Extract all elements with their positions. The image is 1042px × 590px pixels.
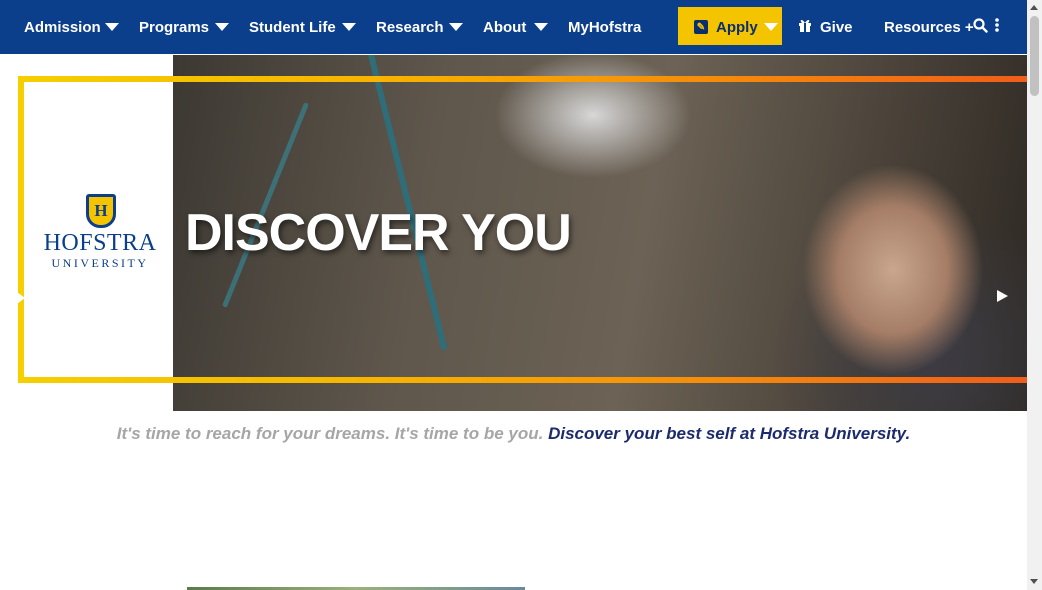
programs-dropdown-toggle[interactable]	[215, 0, 229, 54]
resources-menu[interactable]: Resources +	[884, 0, 974, 54]
frame-notch	[17, 292, 25, 304]
scroll-up-icon[interactable]	[1030, 5, 1038, 10]
caret-down-icon	[215, 23, 229, 31]
tagline-link[interactable]: Discover your best self at Hofstra Unive…	[548, 424, 910, 443]
logo-wordmark[interactable]: HOFSTRA	[38, 230, 162, 257]
logo-subtitle: UNIVERSITY	[51, 256, 149, 270]
give-label: Give	[820, 18, 853, 36]
nav-item-label: Research	[376, 18, 444, 36]
nav-item-myhofstra[interactable]: MyHofstra	[568, 0, 641, 54]
play-right-icon[interactable]	[997, 290, 1008, 302]
caret-down-icon	[764, 23, 778, 31]
apply-button[interactable]: ✎ Apply	[694, 0, 758, 54]
apply-dropdown-toggle[interactable]	[764, 0, 778, 54]
caret-down-icon	[449, 23, 463, 31]
nav-item-label: Student Life	[249, 18, 336, 36]
nav-item-label: About	[483, 18, 527, 36]
tagline-lead: It's time to reach for your dreams. It's…	[116, 424, 549, 443]
hero-tagline: It's time to reach for your dreams. It's…	[0, 424, 1027, 444]
caret-down-icon	[105, 23, 119, 31]
page-scrollbar[interactable]	[1027, 0, 1042, 590]
shield-letter: H	[94, 201, 108, 220]
nav-item-about[interactable]: About	[483, 0, 526, 54]
nav-item-admission[interactable]: Admission	[24, 0, 101, 54]
about-dropdown-toggle[interactable]	[534, 0, 548, 54]
caret-down-icon	[342, 23, 356, 31]
nav-item-label: Admission	[24, 18, 101, 36]
more-menu-button[interactable]	[994, 0, 1000, 54]
edit-icon: ✎	[694, 20, 708, 34]
scroll-down-icon[interactable]	[1030, 579, 1038, 584]
gift-icon	[798, 18, 812, 36]
hero-headline: DISCOVER YOU	[185, 204, 572, 262]
nav-item-student-life[interactable]: Student Life	[249, 0, 336, 54]
nav-item-label: Programs	[139, 18, 210, 36]
research-dropdown-toggle[interactable]	[449, 0, 463, 54]
nav-item-programs[interactable]: Programs	[139, 0, 209, 54]
nav-item-label: MyHofstra	[568, 18, 642, 36]
hofstra-shield-logo[interactable]: H	[86, 194, 116, 228]
search-button[interactable]	[973, 0, 988, 54]
vertical-ellipsis-icon	[994, 18, 1000, 36]
student-life-dropdown-toggle[interactable]	[342, 0, 356, 54]
apply-label: Apply	[716, 18, 758, 36]
scroll-thumb[interactable]	[1030, 16, 1039, 96]
give-button[interactable]: Give	[798, 0, 853, 54]
resources-label: Resources +	[884, 18, 974, 36]
nav-item-research[interactable]: Research	[376, 0, 444, 54]
caret-down-icon	[534, 23, 548, 31]
main-navbar: Admission Programs Student Life Research…	[0, 0, 1027, 54]
admission-dropdown-toggle[interactable]	[105, 0, 119, 54]
search-icon	[973, 17, 988, 37]
